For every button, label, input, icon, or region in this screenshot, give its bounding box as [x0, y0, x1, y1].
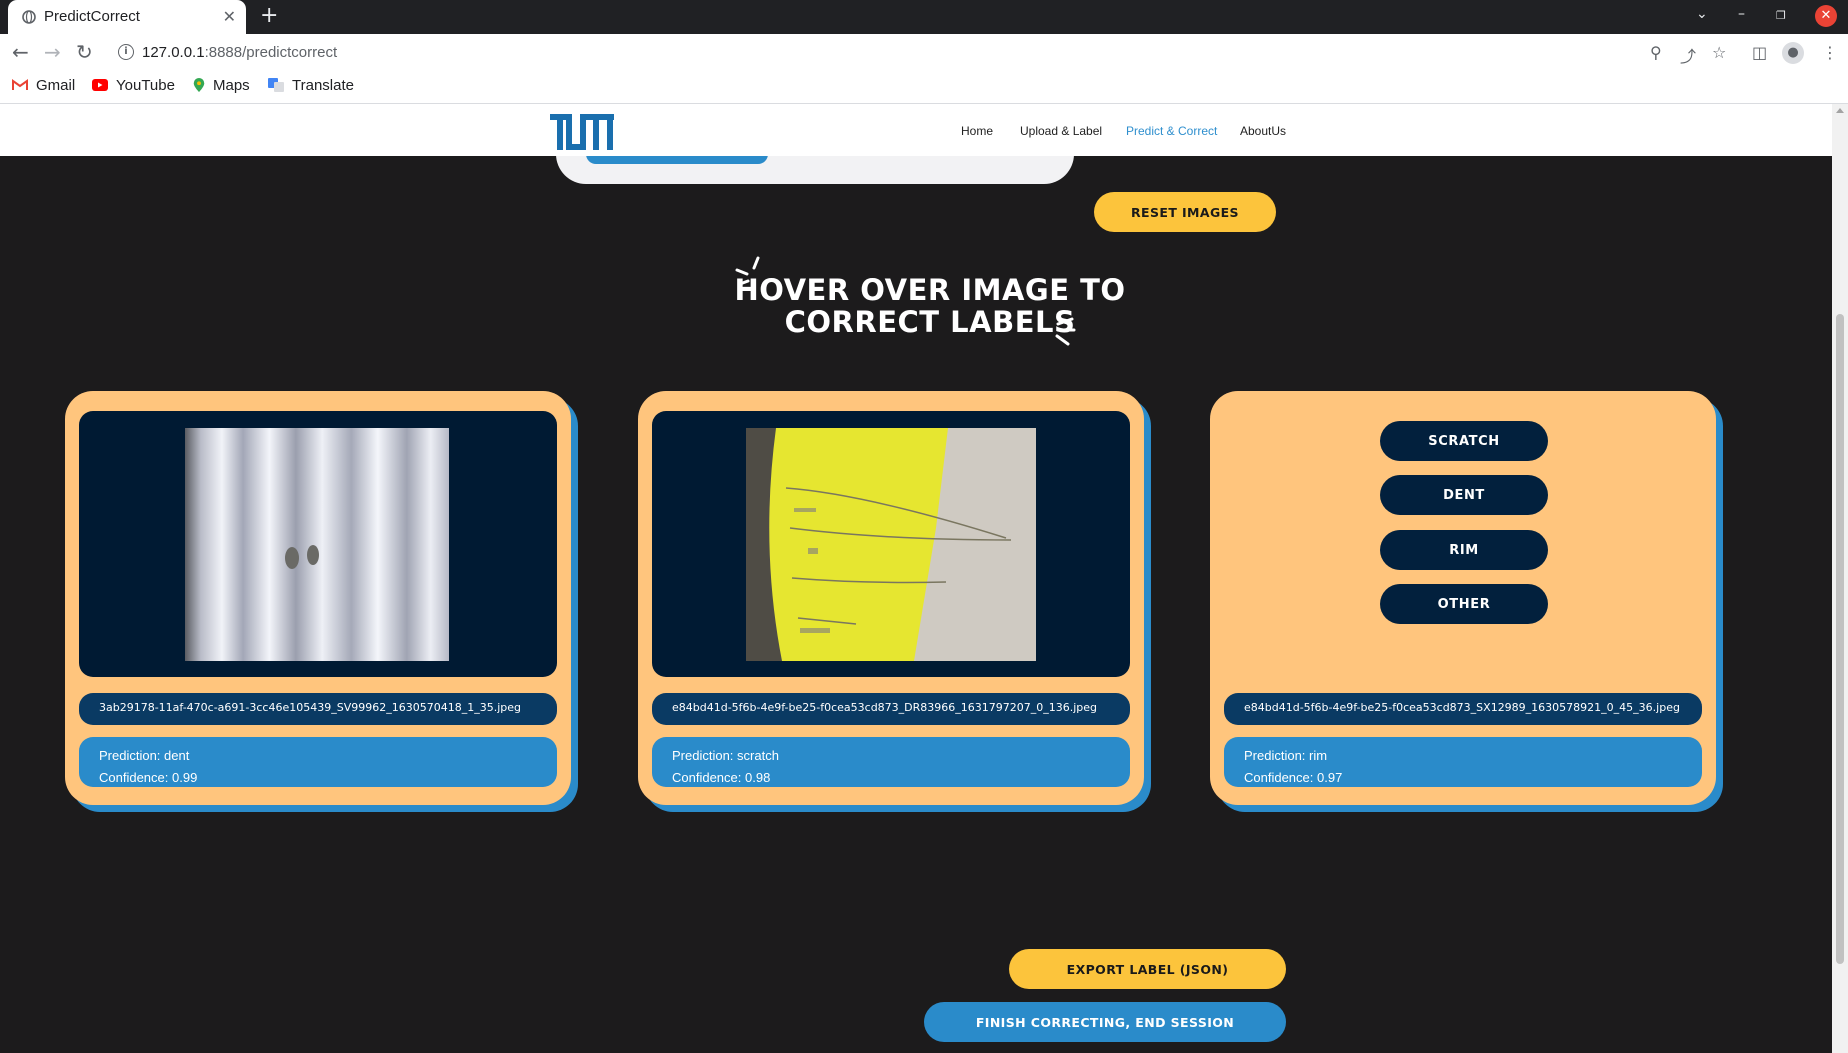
prediction-box: Prediction: rim Confidence: 0.97 — [1224, 737, 1702, 787]
image-card-2[interactable]: e84bd41d-5f6b-4e9f-be25-f0cea53cd873_DR8… — [638, 391, 1144, 805]
gmail-icon — [12, 79, 28, 90]
label-dent-button[interactable]: DENT — [1380, 475, 1548, 515]
maps-pin-icon — [193, 78, 205, 92]
bookmark-star-icon[interactable]: ☆ — [1712, 43, 1726, 62]
youtube-icon — [92, 79, 108, 91]
heading-line-1: HOVER OVER IMAGE TO — [734, 273, 1126, 307]
profile-avatar-icon[interactable]: ● — [1782, 42, 1804, 64]
image-card-1[interactable]: 3ab29178-11af-470c-a691-3cc46e105439_SV9… — [65, 391, 571, 805]
car-damage-photo-scratch[interactable] — [746, 428, 1036, 661]
tab-close-icon[interactable]: ✕ — [223, 7, 236, 26]
new-tab-icon[interactable]: + — [260, 3, 278, 28]
prediction-label: Prediction: scratch — [672, 748, 779, 763]
export-label-json-button[interactable]: EXPORT LABEL (JSON) — [1009, 949, 1286, 989]
confidence-label: Confidence: 0.99 — [99, 770, 198, 785]
label-scratch-button[interactable]: SCRATCH — [1380, 421, 1548, 461]
tab-search-icon[interactable]: ⌄ — [1696, 6, 1708, 22]
bookmarks-bar: Gmail YouTube Maps Translate — [0, 72, 1848, 104]
label-other-button[interactable]: OTHER — [1380, 584, 1548, 624]
translate-icon — [268, 78, 284, 92]
nav-home[interactable]: Home — [961, 124, 993, 138]
globe-icon — [22, 10, 36, 24]
prediction-label: Prediction: rim — [1244, 748, 1328, 763]
site-info-icon[interactable]: i — [118, 44, 134, 60]
side-panel-icon[interactable]: ◫ — [1752, 43, 1767, 62]
window-close-icon[interactable]: ✕ — [1815, 5, 1837, 27]
car-damage-photo-dent[interactable] — [185, 428, 449, 661]
bookmark-gmail[interactable]: Gmail — [12, 77, 75, 94]
site-navbar: Home Upload & Label Predict & Correct Ab… — [0, 104, 1832, 156]
tab-title: PredictCorrect — [44, 8, 140, 25]
browser-tab[interactable]: PredictCorrect ✕ — [8, 0, 246, 34]
address-bar[interactable]: i 127.0.0.1:8888/predictcorrect — [108, 37, 1728, 69]
bookmark-youtube[interactable]: YouTube — [92, 77, 175, 94]
prediction-label: Prediction: dent — [99, 748, 190, 763]
nav-predict-correct[interactable]: Predict & Correct — [1126, 124, 1217, 138]
bookmark-maps[interactable]: Maps — [193, 77, 250, 94]
forward-icon[interactable]: → — [44, 40, 61, 64]
prediction-box: Prediction: dent Confidence: 0.99 — [79, 737, 557, 787]
share-icon[interactable]: ⤴ — [1680, 43, 1696, 67]
browser-toolbar: ← → ↻ i 127.0.0.1:8888/predictcorrect ⚲ … — [0, 34, 1848, 72]
zoom-icon[interactable]: ⚲ — [1650, 43, 1662, 62]
bookmark-label: YouTube — [116, 77, 175, 94]
url-host: 127.0.0.1 — [142, 44, 205, 61]
browser-tab-strip: PredictCorrect ✕ + ⌄ – ❐ ✕ — [0, 0, 1848, 34]
reset-images-button[interactable]: RESET IMAGES — [1094, 192, 1276, 232]
image-filename: e84bd41d-5f6b-4e9f-be25-f0cea53cd873_DR8… — [652, 693, 1130, 725]
image-filename: 3ab29178-11af-470c-a691-3cc46e105439_SV9… — [79, 693, 557, 725]
menu-kebab-icon[interactable]: ⋮ — [1822, 43, 1838, 62]
image-filename: e84bd41d-5f6b-4e9f-be25-f0cea53cd873_SX1… — [1224, 693, 1702, 725]
image-frame — [79, 411, 557, 677]
image-card-3-hovered[interactable]: SCRATCH DENT RIM OTHER e84bd41d-5f6b-4e9… — [1210, 391, 1716, 805]
prediction-box: Prediction: scratch Confidence: 0.98 — [652, 737, 1130, 787]
scroll-up-arrow-icon[interactable] — [1836, 108, 1844, 113]
minimize-icon[interactable]: – — [1738, 6, 1745, 22]
nav-about-us[interactable]: AboutUs — [1240, 124, 1286, 138]
confidence-label: Confidence: 0.97 — [1244, 770, 1343, 785]
label-rim-button[interactable]: RIM — [1380, 530, 1548, 570]
nav-upload-label[interactable]: Upload & Label — [1020, 124, 1102, 138]
restore-icon[interactable]: ❐ — [1776, 9, 1786, 22]
confidence-label: Confidence: 0.98 — [672, 770, 771, 785]
reload-icon[interactable]: ↻ — [76, 40, 93, 64]
bookmark-label: Translate — [292, 77, 354, 94]
bookmark-label: Maps — [213, 77, 250, 94]
finish-correcting-button[interactable]: FINISH CORRECTING, END SESSION — [924, 1002, 1286, 1042]
scrollbar-thumb[interactable] — [1836, 314, 1844, 964]
page-content: Home Upload & Label Predict & Correct Ab… — [0, 104, 1832, 1053]
url-text: 127.0.0.1:8888/predictcorrect — [142, 44, 337, 61]
image-frame — [652, 411, 1130, 677]
tum-logo[interactable] — [550, 114, 614, 150]
bookmark-label: Gmail — [36, 77, 76, 94]
url-path: :8888/predictcorrect — [204, 44, 338, 61]
spark-doodle-icon — [1055, 317, 1076, 346]
bookmark-translate[interactable]: Translate — [268, 77, 354, 94]
back-icon[interactable]: ← — [12, 40, 29, 64]
page-scrollbar[interactable] — [1832, 104, 1848, 1053]
